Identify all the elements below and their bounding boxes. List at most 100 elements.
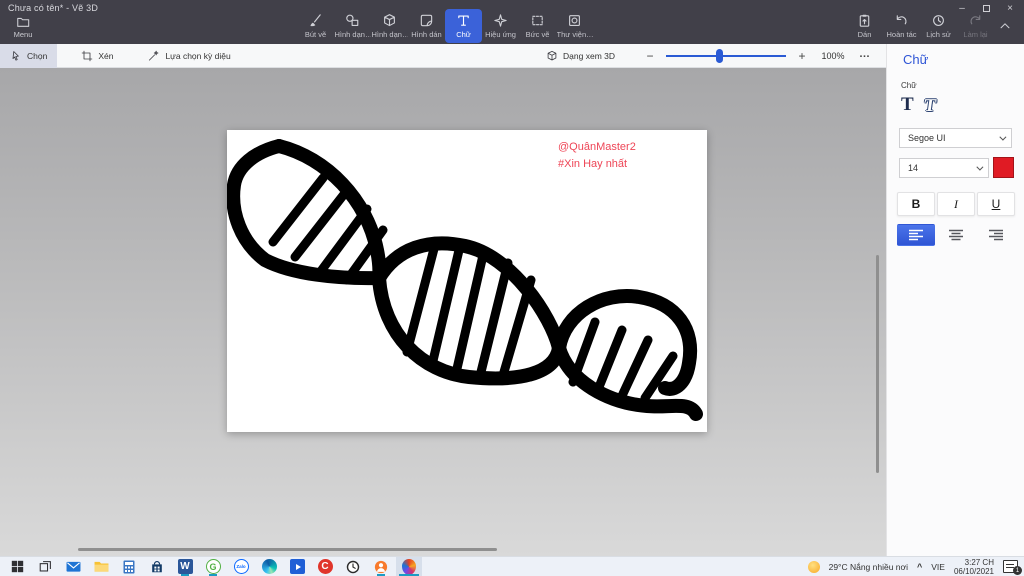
tool-effects[interactable]: Hiệu ứng (482, 9, 519, 43)
align-right-button[interactable] (977, 224, 1015, 246)
view-3d-label: Dạng xem 3D (563, 50, 615, 61)
text-color-swatch[interactable] (993, 157, 1014, 178)
title-bar: Chưa có tên* - Vẽ 3D – × Menu Bút vẽ Hìn… (0, 0, 1024, 44)
text-3d-button[interactable]: T (922, 95, 937, 116)
watermark-line2: #Xin Hay nhất (558, 158, 628, 170)
magic-select-button[interactable]: Lựa chọn kỳ diệu (137, 44, 240, 68)
view-3d-button[interactable]: Dạng xem 3D (536, 44, 625, 68)
align-center-button[interactable] (937, 224, 975, 246)
menu-button[interactable]: Menu (6, 11, 40, 42)
font-size-select[interactable]: 14 (899, 157, 989, 178)
font-family-value: Segoe UI (908, 133, 946, 143)
crop-label: Xén (98, 50, 114, 61)
edge-browser-button[interactable] (256, 557, 282, 576)
tray-date: 06/10/2021 (953, 566, 994, 576)
tool-label: Lịch sử (926, 30, 951, 39)
tool-label: Chữ (456, 30, 471, 39)
language-indicator[interactable]: VIE (931, 562, 945, 572)
zoom-slider-thumb[interactable] (716, 48, 723, 63)
tray-time: 3:27 CH (964, 557, 994, 567)
bold-button[interactable]: B (897, 192, 935, 216)
text-section-label: Chữ (901, 81, 917, 90)
zalo-app-button[interactable]: Zalo (228, 557, 254, 576)
tool-2d-shapes[interactable]: Hình dạn… (334, 9, 371, 43)
horizontal-scrollbar[interactable] (78, 548, 497, 551)
clock[interactable]: 3:27 CH 06/10/2021 (954, 558, 994, 576)
select-label: Chọn (27, 50, 48, 61)
font-size-value: 14 (908, 162, 919, 173)
zoom-out-button[interactable]: − (643, 49, 657, 63)
crop-button[interactable]: Xén (71, 44, 123, 68)
underline-button[interactable]: U (977, 192, 1015, 216)
zoom-in-button[interactable]: + (795, 49, 809, 63)
tool-library[interactable]: Thư viện… (556, 9, 593, 43)
tool-paintbrush[interactable]: Bút vẽ (297, 9, 334, 43)
text-icon (458, 15, 469, 26)
more-options-button[interactable]: … (857, 48, 878, 64)
tool-canvas[interactable]: Bức vẽ (519, 9, 556, 43)
canvas[interactable]: @QuânMaster2 #Xin Hay nhất (227, 130, 707, 432)
alarms-clock-button[interactable] (340, 557, 366, 576)
zalo-icon: Zalo (233, 559, 249, 574)
word-app-button[interactable]: W (172, 557, 198, 576)
workspace: @QuânMaster2 #Xin Hay nhất (0, 68, 886, 556)
redo-button[interactable]: Làm lại (957, 9, 994, 43)
collapse-ribbon-button[interactable] (994, 9, 1016, 43)
shapes-2d-icon (346, 14, 359, 26)
redo-icon (970, 15, 981, 25)
history-tools: Dán Hoàn tác Lịch sử Làm lại (846, 9, 1016, 43)
orange-person-icon (374, 560, 388, 573)
mail-app-button[interactable] (60, 557, 86, 576)
canvas-watermark: @QuânMaster2 #Xin Hay nhất (558, 139, 636, 173)
tool-label: Bút vẽ (304, 30, 327, 39)
task-view-button[interactable] (32, 557, 58, 576)
menu-label: Menu (13, 29, 33, 39)
panel-title: Chữ (903, 52, 929, 67)
ccleaner-button[interactable]: C (312, 557, 338, 576)
paste-button[interactable]: Dán (846, 9, 883, 43)
microsoft-store-button[interactable] (144, 557, 170, 576)
green-app-button[interactable]: G (200, 557, 226, 576)
text-panel: Chữ Chữ T T Segoe UI 14 B I U (886, 44, 1024, 556)
watermark-line1: @QuânMaster2 (558, 141, 636, 153)
file-explorer-button[interactable] (88, 557, 114, 576)
italic-button[interactable]: I (937, 192, 975, 216)
windows-logo-icon (11, 560, 23, 573)
history-icon (933, 15, 944, 26)
tool-text[interactable]: Chữ (445, 9, 482, 43)
orange-app-button[interactable] (368, 557, 394, 576)
zoom-slider[interactable] (666, 48, 786, 63)
vertical-scrollbar[interactable] (876, 255, 879, 473)
undo-button[interactable]: Hoàn tác (883, 9, 920, 43)
zoom-slider-track (666, 55, 786, 57)
paint3d-window: Chưa có tên* - Vẽ 3D – × Menu Bút vẽ Hìn… (0, 0, 1024, 576)
chevron-down-icon (976, 163, 984, 171)
dna-drawing (227, 139, 703, 421)
alignment-buttons (897, 224, 1024, 246)
tool-label: Dán (857, 30, 872, 39)
text-2d-button[interactable]: T (901, 94, 914, 116)
tool-3d-shapes[interactable]: Hình dạn… (371, 9, 408, 43)
align-left-button[interactable] (897, 224, 935, 246)
action-center-button[interactable]: 1 (1003, 560, 1022, 575)
align-left-icon (909, 229, 923, 241)
edge-icon (261, 559, 277, 574)
font-family-select[interactable]: Segoe UI (899, 128, 1012, 148)
store-bag-icon (152, 560, 162, 572)
menu-icon (17, 17, 30, 27)
tray-expand-button[interactable]: ^ (917, 562, 922, 572)
tool-stickers[interactable]: Hình dán (408, 9, 445, 43)
calculator-app-button[interactable] (116, 557, 142, 576)
paint-3d-icon (402, 558, 416, 575)
select-button[interactable]: Chọn (0, 43, 58, 68)
weather-text[interactable]: 29°C Nắng nhiều nơi (829, 562, 908, 572)
start-button[interactable] (4, 557, 30, 576)
tool-label: Thư viện… (556, 30, 593, 39)
align-right-icon (989, 229, 1003, 241)
paint-3d-taskbar-button[interactable] (396, 557, 422, 576)
select-cursor-icon (12, 50, 19, 61)
clock-icon (346, 560, 360, 573)
paste-icon (859, 14, 870, 27)
history-button[interactable]: Lịch sử (920, 9, 957, 43)
movies-tv-button[interactable] (284, 557, 310, 576)
